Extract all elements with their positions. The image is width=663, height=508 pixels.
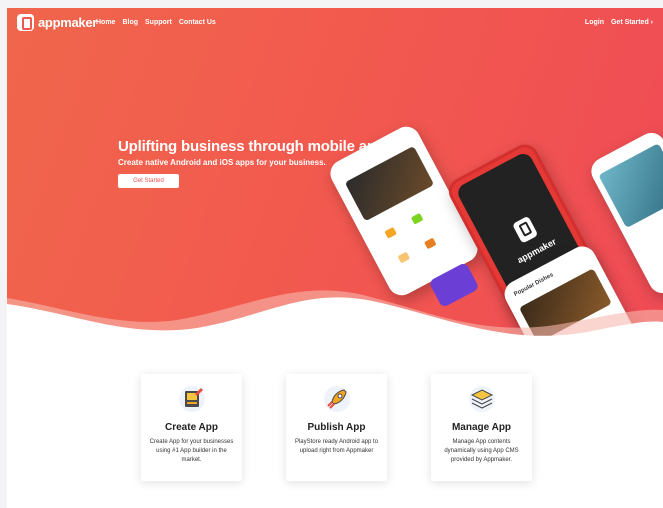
category-icon	[424, 237, 437, 250]
layers-icon	[469, 386, 495, 412]
nav-links: Home Blog Support Contact Us	[96, 19, 216, 26]
feature-description: Create App for your businesses using #1 …	[149, 439, 234, 463]
get-started-button[interactable]: Get Started	[118, 174, 179, 188]
feature-card-manage[interactable]: Manage App Manage App contents dynamical…	[431, 374, 532, 481]
nav-link-contact[interactable]: Contact Us	[179, 19, 216, 26]
feature-card-create[interactable]: Create App Create App for your businesse…	[141, 374, 242, 481]
nav-actions: Login Get Started ›	[585, 19, 653, 26]
page-frame: appmaker Home Blog Support Contact Us Lo…	[7, 8, 663, 508]
nav-link-home[interactable]: Home	[96, 19, 115, 26]
feature-title: Publish App	[307, 422, 366, 433]
travel-image	[598, 143, 663, 229]
nav-link-blog[interactable]: Blog	[122, 19, 138, 26]
get-started-link[interactable]: Get Started ›	[611, 19, 653, 26]
feature-description: Manage App contents dynamically using Ap…	[444, 439, 519, 463]
category-icon	[410, 212, 424, 225]
logo-text: appmaker	[38, 15, 98, 30]
top-nav: appmaker Home Blog Support Contact Us Lo…	[7, 8, 663, 38]
feature-title: Manage App	[451, 422, 512, 433]
hero-wave	[7, 290, 663, 338]
login-link[interactable]: Login	[585, 19, 604, 26]
food-banner-image	[344, 145, 435, 222]
appmaker-logo-icon	[17, 14, 34, 31]
appmaker-mark-icon	[512, 215, 539, 244]
feature-card-publish[interactable]: Publish App PlayStore ready Android app …	[286, 374, 387, 481]
design-icon	[179, 386, 205, 412]
hero-section: appmaker Home Blog Support Contact Us Lo…	[7, 8, 663, 338]
feature-description: PlayStore ready Android app to upload ri…	[294, 439, 379, 454]
rocket-icon	[324, 386, 350, 412]
category-icon	[397, 251, 411, 264]
nav-link-support[interactable]: Support	[145, 19, 172, 26]
features-row: Create App Create App for your businesse…	[141, 374, 532, 481]
category-icon	[384, 226, 397, 239]
logo[interactable]: appmaker	[17, 14, 97, 31]
feature-title: Create App	[165, 422, 218, 433]
hero-subheadline: Create native Android and iOS apps for y…	[118, 158, 326, 167]
